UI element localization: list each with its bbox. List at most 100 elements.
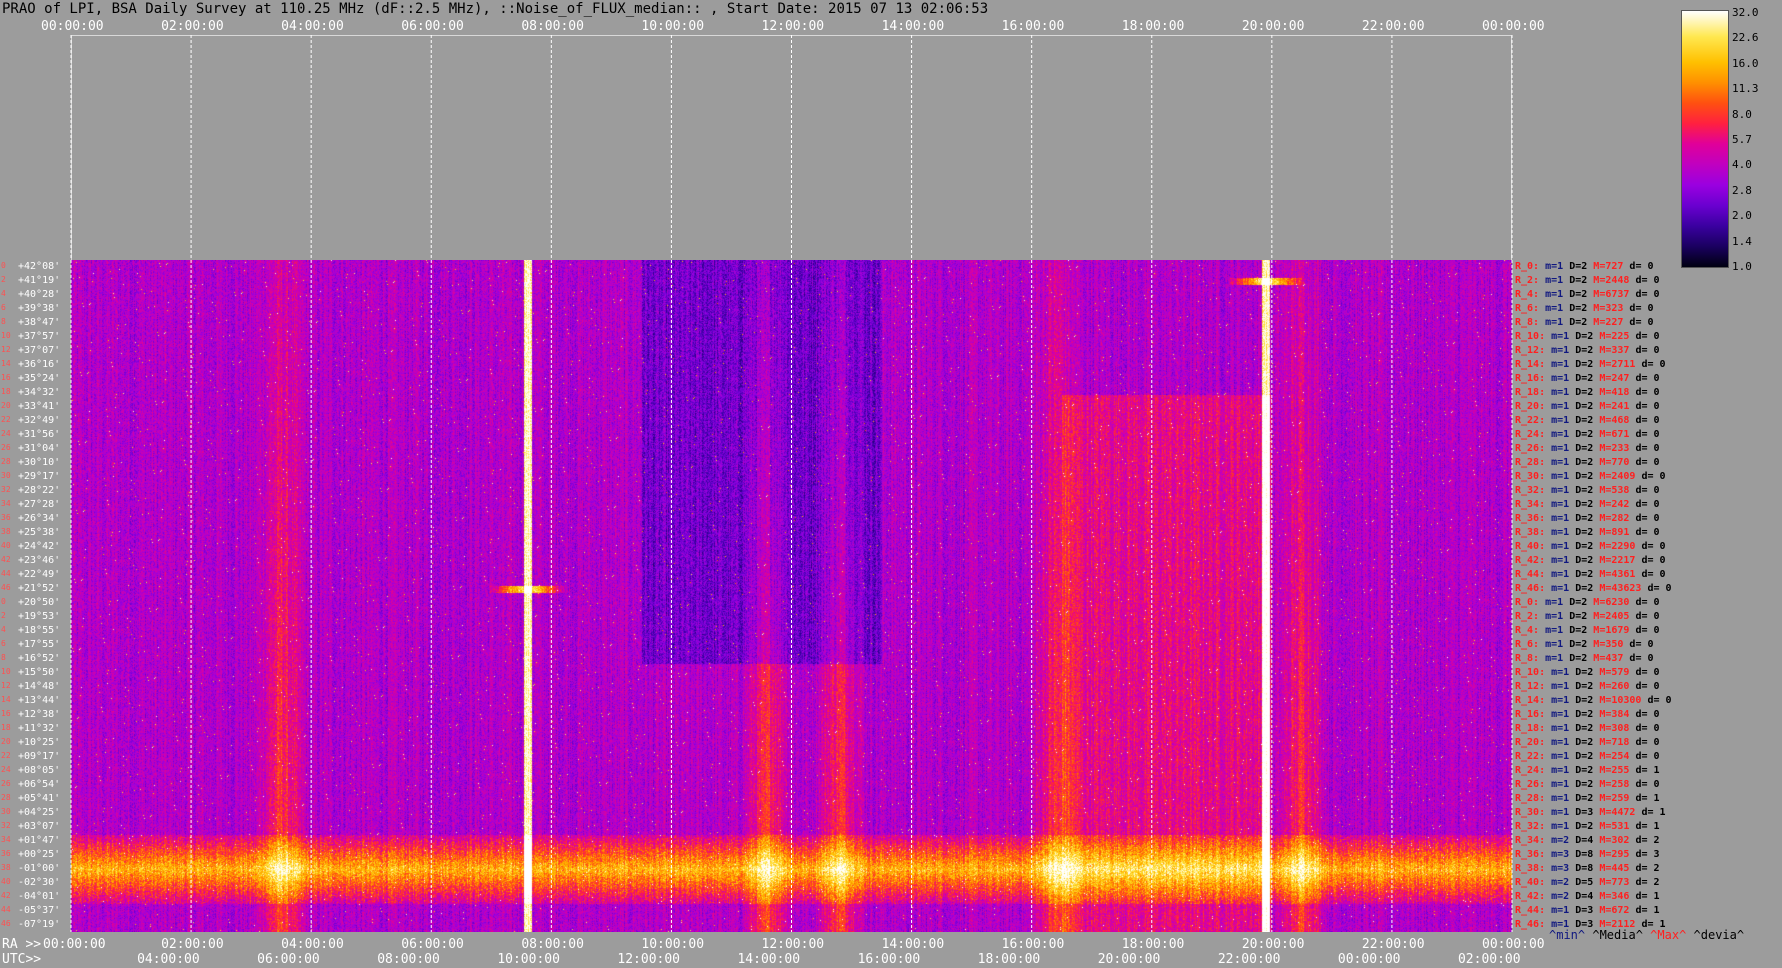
declination-label: +40°28' bbox=[18, 289, 61, 300]
row-stat-field: M=6737 bbox=[1593, 289, 1636, 300]
row-stat-field: D=2 bbox=[1575, 457, 1600, 468]
row-stat-field: m=1 bbox=[1551, 541, 1576, 552]
row-index: 40 bbox=[1, 877, 11, 886]
row-stat-field: M=671 bbox=[1599, 429, 1636, 440]
row-stat: R_4: m=1 D=2 M=1679 d= 0 bbox=[1515, 625, 1660, 636]
row-stat-field: d= 1 bbox=[1635, 905, 1660, 916]
row-stat: R_42: m=1 D=2 M=2217 d= 0 bbox=[1515, 555, 1666, 566]
x-utc-tick: 04:00:00 bbox=[137, 952, 200, 967]
x-utc-tick: 14:00:00 bbox=[737, 952, 801, 967]
row-stat-field: D=2 bbox=[1569, 597, 1594, 608]
row-stat-field: m=1 bbox=[1551, 429, 1576, 440]
row-stat-field: D=2 bbox=[1575, 471, 1600, 482]
row-stat-field: d= 0 bbox=[1647, 583, 1672, 594]
row-stat: R_16: m=1 D=2 M=247 d= 0 bbox=[1515, 373, 1660, 384]
row-stat-field: M=727 bbox=[1593, 261, 1630, 272]
row-stat-field: m=1 bbox=[1551, 373, 1576, 384]
declination-label: +29°17' bbox=[18, 471, 61, 482]
row-index: 6 bbox=[1, 639, 6, 648]
row-stat-field: R_40: bbox=[1515, 541, 1552, 552]
row-stat-field: D=2 bbox=[1569, 639, 1594, 650]
row-index: 4 bbox=[1, 625, 6, 634]
row-stat-field: m=1 bbox=[1551, 471, 1576, 482]
utc-axis-label: UTC>> bbox=[2, 952, 42, 967]
row-index: 24 bbox=[1, 765, 11, 774]
row-stat-field: m=1 bbox=[1551, 499, 1576, 510]
row-stat-field: M=468 bbox=[1599, 415, 1636, 426]
row-stat-field: d= 0 bbox=[1635, 429, 1660, 440]
row-stat: R_8: m=1 D=2 M=227 d= 0 bbox=[1515, 317, 1654, 328]
declination-label: +23°46' bbox=[18, 555, 61, 566]
row-stat-field: R_38: bbox=[1515, 527, 1552, 538]
row-stat-field: m=2 bbox=[1551, 891, 1576, 902]
row-index: 30 bbox=[1, 471, 11, 480]
declination-label: +16°52' bbox=[18, 653, 61, 664]
declination-label: +35°24' bbox=[18, 373, 61, 384]
row-stat-field: R_12: bbox=[1515, 345, 1552, 356]
row-stat-field: d= 0 bbox=[1641, 541, 1666, 552]
x-utc-tick: 18:00:00 bbox=[977, 952, 1041, 967]
colorbar-tick: 22.6 bbox=[1732, 31, 1759, 45]
x-ra-tick: 20:00:00 bbox=[1241, 937, 1305, 952]
row-stat: R_30: m=1 D=2 M=2409 d= 0 bbox=[1515, 471, 1666, 482]
row-stat-field: M=2217 bbox=[1599, 555, 1642, 566]
row-stat-field: R_12: bbox=[1515, 681, 1552, 692]
x-ra-tick: 10:00:00 bbox=[641, 937, 705, 952]
row-stat-field: M=2448 bbox=[1593, 275, 1636, 286]
declination-label: +32°49' bbox=[18, 415, 61, 426]
row-stat-field: d= 3 bbox=[1635, 849, 1660, 860]
row-index: 36 bbox=[1, 849, 11, 858]
declination-label: -05°37' bbox=[18, 905, 61, 916]
declination-label: +09°17' bbox=[18, 751, 61, 762]
declination-label: +10°25' bbox=[18, 737, 61, 748]
row-stat-field: R_0: bbox=[1515, 261, 1546, 272]
row-stat-field: m=1 bbox=[1551, 457, 1576, 468]
row-stat: R_32: m=1 D=2 M=538 d= 0 bbox=[1515, 485, 1660, 496]
row-stat-field: D=2 bbox=[1575, 569, 1600, 580]
colorbar-tick: 2.0 bbox=[1732, 209, 1752, 223]
colorbar-tick: 5.7 bbox=[1732, 133, 1752, 146]
row-stat-field: R_30: bbox=[1515, 807, 1552, 818]
row-stat-field: D=2 bbox=[1575, 681, 1600, 692]
row-stat-field: R_36: bbox=[1515, 849, 1552, 860]
declination-label: +26°34' bbox=[18, 513, 61, 524]
row-stat-field: R_8: bbox=[1515, 317, 1546, 328]
row-stat-field: M=538 bbox=[1599, 485, 1636, 496]
row-stat-field: R_32: bbox=[1515, 485, 1552, 496]
declination-label: +34°32' bbox=[18, 387, 61, 398]
row-stat-field: D=4 bbox=[1575, 835, 1600, 846]
row-stat-field: d= 0 bbox=[1635, 751, 1660, 762]
row-stat-field: D=2 bbox=[1569, 625, 1594, 636]
x-utc-tick: 20:00:00 bbox=[1097, 952, 1161, 967]
row-index: 26 bbox=[1, 779, 11, 788]
row-stat-field: R_18: bbox=[1515, 387, 1552, 398]
x-ra-tick: 00:00:00 bbox=[1482, 937, 1545, 952]
row-stat-field: d= 0 bbox=[1635, 513, 1660, 524]
row-stat-field: D=2 bbox=[1569, 317, 1594, 328]
row-stat-field: m=1 bbox=[1545, 289, 1570, 300]
row-stat-field: D=2 bbox=[1575, 765, 1600, 776]
declination-label: +06°54' bbox=[18, 779, 61, 790]
declination-label: +24°42' bbox=[18, 541, 61, 552]
row-stat-field: R_2: bbox=[1515, 611, 1546, 622]
x-top-tick: 20:00:00 bbox=[1241, 19, 1305, 34]
row-stat-field: M=4361 bbox=[1599, 569, 1642, 580]
declination-label: +22°49' bbox=[18, 569, 61, 580]
row-stat-field: m=1 bbox=[1545, 625, 1570, 636]
row-stat-field: m=1 bbox=[1551, 345, 1576, 356]
row-stat-field: D=2 bbox=[1575, 429, 1600, 440]
row-stat-field: d= 0 bbox=[1635, 779, 1660, 790]
row-stat-field: d= 0 bbox=[1635, 709, 1660, 720]
row-stat-field: R_20: bbox=[1515, 401, 1552, 412]
row-stat-field: M=718 bbox=[1599, 737, 1636, 748]
row-stat-field: m=1 bbox=[1551, 415, 1576, 426]
x-utc-tick: 10:00:00 bbox=[497, 952, 560, 967]
row-stat-field: m=1 bbox=[1545, 275, 1570, 286]
row-stat: R_6: m=1 D=2 M=323 d= 0 bbox=[1515, 303, 1654, 314]
row-stat: R_0: m=1 D=2 M=727 d= 0 bbox=[1515, 261, 1654, 272]
row-stat-field: d= 1 bbox=[1635, 765, 1660, 776]
x-top-tick: 00:00:00 bbox=[1482, 19, 1545, 34]
row-stat-field: d= 0 bbox=[1635, 275, 1660, 286]
row-stat-field: m=1 bbox=[1551, 821, 1576, 832]
row-stat-field: d= 0 bbox=[1635, 667, 1660, 678]
